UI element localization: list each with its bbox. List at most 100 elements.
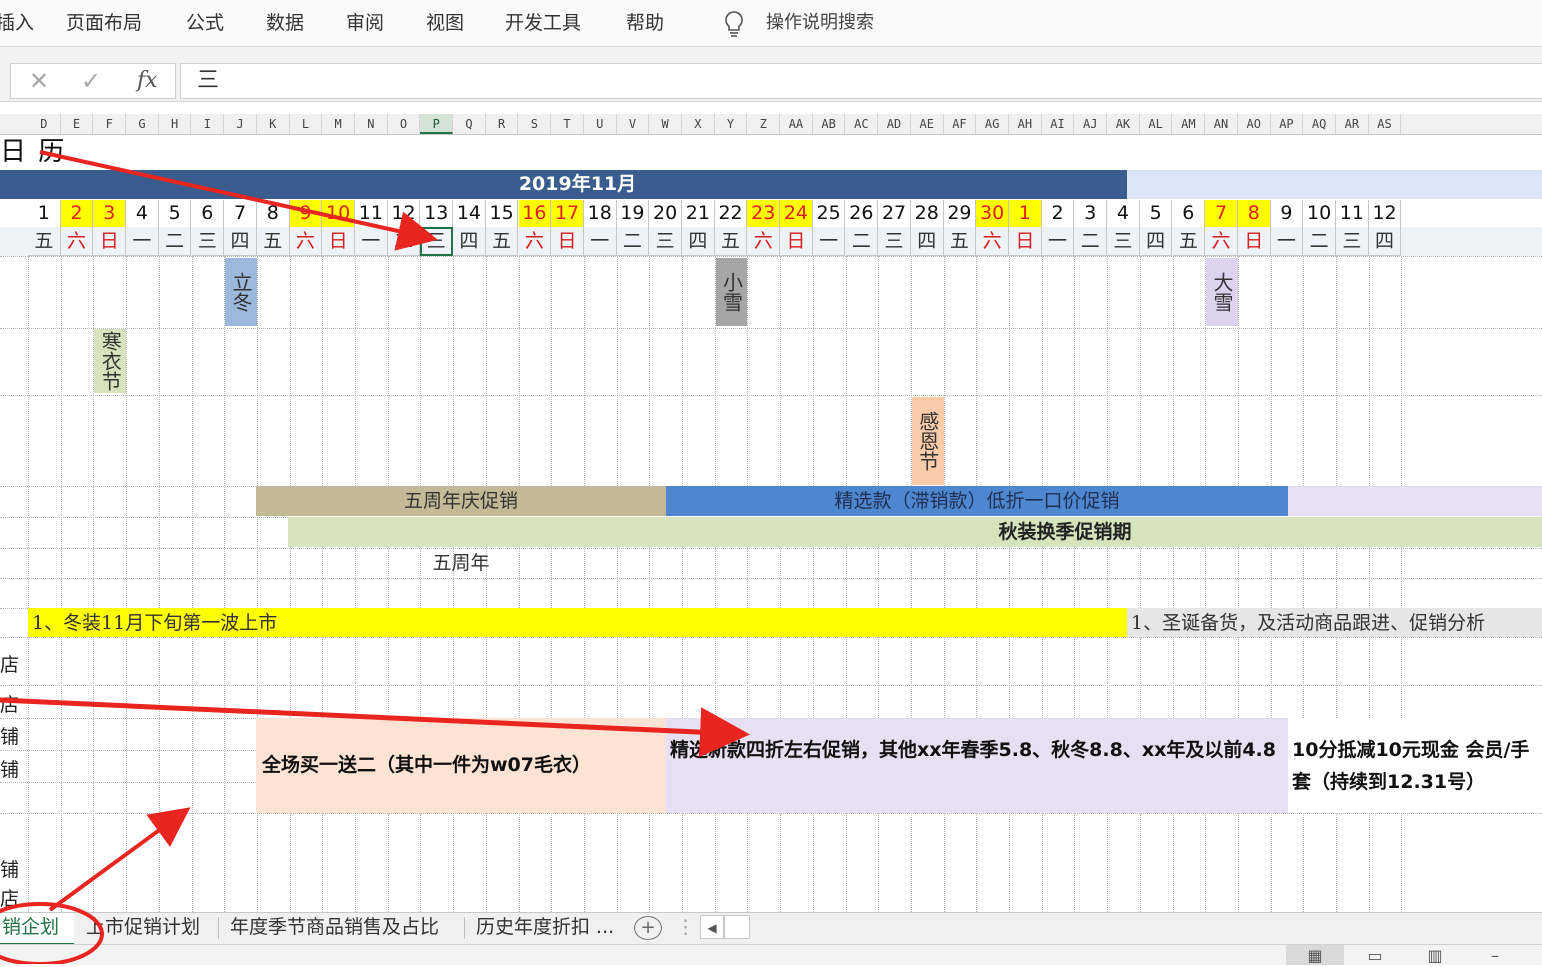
column-header-F[interactable]: F <box>93 114 127 134</box>
weekday-cell[interactable]: 一 <box>1270 227 1304 256</box>
column-header-G[interactable]: G <box>126 114 159 134</box>
page-layout-view-icon[interactable]: ▭ <box>1346 945 1404 965</box>
weekday-cell[interactable]: 四 <box>682 227 715 256</box>
day-cell[interactable]: 8 <box>1237 200 1271 227</box>
holiday-marker[interactable]: 立冬 <box>225 258 257 326</box>
column-header-M[interactable]: M <box>322 114 355 134</box>
column-header-X[interactable]: X <box>682 114 715 134</box>
weekday-cell[interactable]: 日 <box>1009 227 1042 256</box>
holiday-marker[interactable]: 小雪 <box>715 258 748 326</box>
day-cell[interactable]: 7 <box>1205 200 1238 227</box>
sheet-tab-history-discount[interactable]: 历史年度折扣 ... <box>476 913 614 943</box>
weekday-cell[interactable]: 一 <box>583 227 617 256</box>
day-cell[interactable]: 12 <box>388 200 421 227</box>
column-header-AM[interactable]: AM <box>1173 114 1206 134</box>
weekday-cell[interactable]: 日 <box>551 227 584 256</box>
column-header-AB[interactable]: AB <box>813 114 846 134</box>
weekday-cell[interactable]: 四 <box>910 227 944 256</box>
column-header-N[interactable]: N <box>355 114 388 134</box>
scroll-left-icon[interactable]: ◀ <box>700 915 724 939</box>
column-header-R[interactable]: R <box>486 114 519 134</box>
weekday-cell[interactable]: 五 <box>943 227 977 256</box>
day-cell[interactable]: 8 <box>257 200 290 227</box>
column-header-I[interactable]: I <box>192 114 225 134</box>
weekday-cell[interactable]: 六 <box>747 227 781 256</box>
column-header-AD[interactable]: AD <box>878 114 911 134</box>
weekday-cell[interactable]: 二 <box>387 227 421 256</box>
column-header-AO[interactable]: AO <box>1238 114 1271 134</box>
weekday-cell[interactable]: 日 <box>780 227 813 256</box>
column-header-D[interactable]: D <box>28 114 61 134</box>
weekday-cell[interactable]: 二 <box>616 227 650 256</box>
weekday-cell[interactable]: 五 <box>485 227 519 256</box>
anniversary-promo-band[interactable]: 五周年庆促销 <box>256 486 666 516</box>
column-header-E[interactable]: E <box>61 114 94 134</box>
day-cell[interactable]: 20 <box>649 200 682 227</box>
weekday-cell[interactable]: 二 <box>845 227 879 256</box>
weekday-cell[interactable]: 四 <box>1139 227 1173 256</box>
column-header-U[interactable]: U <box>584 114 617 134</box>
weekday-cell[interactable]: 六 <box>976 227 1009 256</box>
column-header-Q[interactable]: Q <box>453 114 486 134</box>
day-cell[interactable]: 12 <box>1369 200 1402 227</box>
normal-view-icon[interactable]: ▦ <box>1286 945 1344 965</box>
weekday-cell[interactable]: 三 <box>191 227 225 256</box>
weekday-cell[interactable]: 日 <box>1237 227 1271 256</box>
column-header-AA[interactable]: AA <box>780 114 813 134</box>
column-header-S[interactable]: S <box>519 114 552 134</box>
day-cell[interactable]: 27 <box>878 200 911 227</box>
day-cell[interactable]: 5 <box>1140 200 1173 227</box>
day-cell[interactable]: 4 <box>126 200 159 227</box>
column-header-K[interactable]: K <box>257 114 290 134</box>
page-break-view-icon[interactable]: ▥ <box>1406 945 1464 965</box>
day-cell[interactable]: 3 <box>93 200 127 227</box>
holiday-marker[interactable]: 寒衣节 <box>94 329 127 393</box>
day-cell[interactable]: 29 <box>944 200 977 227</box>
autumn-season-band[interactable]: 秋装换季促销期 <box>288 517 1542 547</box>
weekday-cell[interactable]: 四 <box>453 227 486 256</box>
day-cell[interactable]: 17 <box>551 200 584 227</box>
horizontal-scrollbar[interactable] <box>724 915 750 939</box>
day-cell[interactable]: 1 <box>1009 200 1042 227</box>
day-cell[interactable]: 18 <box>584 200 617 227</box>
column-header-AG[interactable]: AG <box>976 114 1009 134</box>
day-cell[interactable]: 22 <box>715 200 748 227</box>
column-header-AH[interactable]: AH <box>1009 114 1042 134</box>
weekday-cell[interactable]: 五 <box>28 227 61 256</box>
day-cell[interactable]: 7 <box>224 200 257 227</box>
weekday-cell[interactable]: 四 <box>1368 227 1402 256</box>
weekday-cell[interactable]: 日 <box>93 227 127 256</box>
weekday-cell[interactable]: 二 <box>1303 227 1336 256</box>
weekday-cell[interactable]: 五 <box>1172 227 1206 256</box>
column-header-P[interactable]: P <box>420 114 454 134</box>
column-header-AF[interactable]: AF <box>944 114 977 134</box>
day-cell[interactable]: 15 <box>486 200 519 227</box>
worksheet-grid[interactable]: D E F G H I J K L M N O P Q R S T U V W X Y Z AA AB AC AD AE AF AG AH A… <box>0 0 1542 964</box>
sheet-tab-seasonal-sales[interactable]: 年度季节商品销售及占比 <box>230 913 439 943</box>
column-header-AN[interactable]: AN <box>1205 114 1238 134</box>
day-cell[interactable]: 5 <box>159 200 192 227</box>
holiday-marker[interactable]: 感恩节 <box>911 397 944 485</box>
column-header-AC[interactable]: AC <box>846 114 879 134</box>
buy-one-get-two-promo[interactable]: 全场买一送二（其中一件为w07毛衣） <box>256 718 666 813</box>
weekday-cell[interactable]: 二 <box>158 227 192 256</box>
day-cell[interactable]: 21 <box>682 200 715 227</box>
column-header-O[interactable]: O <box>388 114 421 134</box>
day-cell[interactable]: 30 <box>976 200 1009 227</box>
column-header-Z[interactable]: Z <box>747 114 781 134</box>
column-header-AJ[interactable]: AJ <box>1074 114 1108 134</box>
weekday-cell[interactable]: 五 <box>256 227 290 256</box>
column-header-AI[interactable]: AI <box>1042 114 1075 134</box>
day-cell[interactable]: 10 <box>322 200 355 227</box>
day-cell[interactable]: 6 <box>1173 200 1206 227</box>
discount-detail-promo[interactable]: 精选新款四折左右促销，其他xx年春季5.8、秋冬8.8、xx年及以前4.8 <box>666 718 1288 813</box>
day-cell[interactable]: 10 <box>1303 200 1336 227</box>
selected-low-promo-band[interactable]: 精选款（滞销款）低折一口价促销 <box>666 486 1288 516</box>
day-cell[interactable]: 23 <box>747 200 781 227</box>
weekday-cell[interactable]: 六 <box>1205 227 1238 256</box>
day-cell[interactable]: 1 <box>28 200 61 227</box>
day-cell[interactable]: 6 <box>192 200 225 227</box>
xmas-prep-note[interactable]: 1、圣诞备货，及活动商品跟进、促销分析 <box>1127 608 1542 637</box>
weekday-cell[interactable]: 三 <box>878 227 911 256</box>
weekday-cell[interactable]: 一 <box>1041 227 1075 256</box>
